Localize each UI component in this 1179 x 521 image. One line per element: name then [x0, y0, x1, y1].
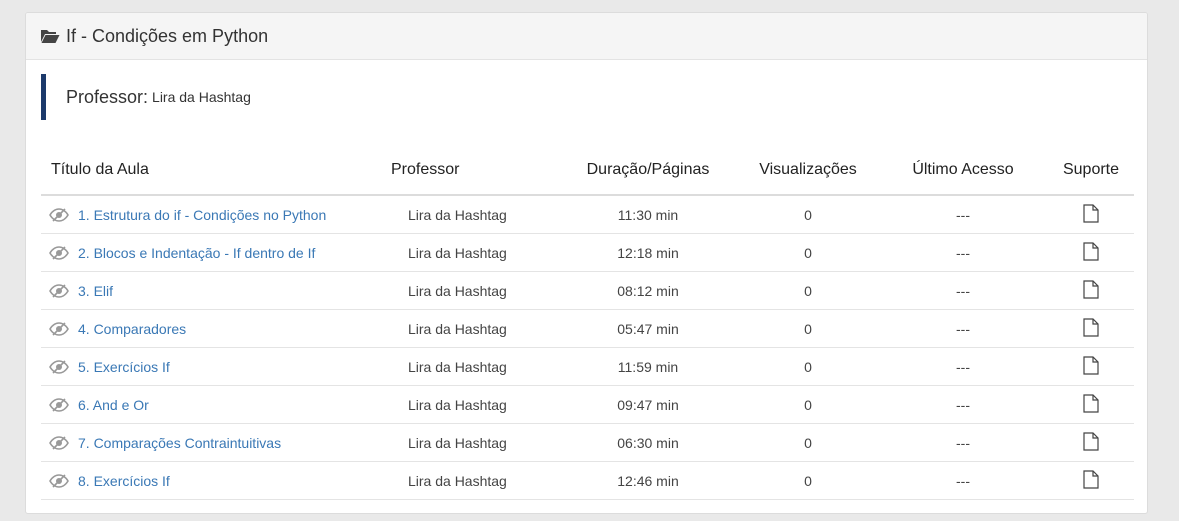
lesson-support [1048, 385, 1134, 424]
eye-slash-icon [49, 397, 69, 412]
file-icon[interactable] [1083, 203, 1099, 223]
table-row: 2. Blocos e Indentação - If dentro de If… [41, 233, 1134, 272]
lesson-link[interactable]: 8. Exercícios If [78, 473, 170, 489]
table-row: 6. And e Or Lira da Hashtag 09:47 min 0 --- [41, 385, 1134, 424]
table-row: 1. Estrutura do if - Condições no Python… [41, 195, 1134, 234]
file-icon[interactable] [1083, 355, 1099, 375]
eye-slash-icon [49, 283, 69, 298]
table-row: 4. Comparadores Lira da Hashtag 05:47 min 0… [41, 309, 1134, 348]
lesson-last-access: --- [878, 309, 1048, 348]
course-title: If - Condições em Python [66, 25, 269, 46]
header-views: Visualizações [738, 146, 878, 196]
lesson-last-access: --- [878, 233, 1048, 272]
eye-slash-icon [49, 473, 69, 488]
lesson-views: 0 [738, 271, 878, 310]
lesson-views: 0 [738, 423, 878, 462]
lesson-support [1048, 233, 1134, 272]
lesson-views: 0 [738, 461, 878, 500]
lesson-support [1048, 195, 1134, 234]
lesson-last-access: --- [878, 271, 1048, 310]
table-row: 5. Exercícios If Lira da Hashtag 11:59 min… [41, 347, 1134, 386]
table-header-row: Título da Aula Professor Duração/Páginas… [41, 146, 1134, 196]
file-icon[interactable] [1083, 431, 1099, 451]
professor-info: Professor: Lira da Hashtag [41, 74, 1066, 120]
lesson-views: 0 [738, 309, 878, 348]
eye-slash-icon [49, 321, 69, 336]
lesson-support [1048, 271, 1134, 310]
lesson-link[interactable]: 1. Estrutura do if - Condições no Python [78, 207, 326, 223]
file-icon[interactable] [1083, 241, 1099, 261]
header-duration: Duração/Páginas [558, 146, 738, 196]
lesson-duration: 11:59 min [558, 347, 738, 386]
lesson-professor: Lira da Hashtag [391, 385, 558, 424]
file-icon[interactable] [1083, 279, 1099, 299]
lesson-link[interactable]: 4. Comparadores [78, 321, 186, 337]
lesson-title-cell: 8. Exercícios If [41, 461, 391, 500]
eye-slash-icon [49, 207, 69, 222]
lesson-link[interactable]: 6. And e Or [78, 397, 149, 413]
table-row: 8. Exercícios If Lira da Hashtag 12:46 min… [41, 461, 1134, 500]
lessons-table: Título da Aula Professor Duração/Páginas… [41, 146, 1134, 500]
lesson-title-cell: 5. Exercícios If [41, 347, 391, 386]
lesson-link[interactable]: 7. Comparações Contraintuitivas [78, 435, 281, 451]
lesson-duration: 12:46 min [558, 461, 738, 500]
lesson-professor: Lira da Hashtag [391, 461, 558, 500]
lesson-title-cell: 6. And e Or [41, 385, 391, 424]
lesson-professor: Lira da Hashtag [391, 233, 558, 272]
lesson-views: 0 [738, 195, 878, 234]
lesson-duration: 11:30 min [558, 195, 738, 234]
panel-header: If - Condições em Python [26, 13, 1147, 60]
professor-label: Professor: [66, 86, 149, 107]
header-title: Título da Aula [41, 146, 391, 196]
lesson-link[interactable]: 2. Blocos e Indentação - If dentro de If [78, 245, 315, 261]
lesson-support [1048, 423, 1134, 462]
lesson-last-access: --- [878, 347, 1048, 386]
eye-slash-icon [49, 435, 69, 450]
lesson-views: 0 [738, 233, 878, 272]
file-icon[interactable] [1083, 393, 1099, 413]
course-panel: If - Condições em Python Professor: Lira… [25, 12, 1148, 514]
lesson-link[interactable]: 3. Elif [78, 283, 113, 299]
folder-open-icon [40, 28, 60, 44]
lesson-last-access: --- [878, 461, 1048, 500]
lesson-duration: 12:18 min [558, 233, 738, 272]
lesson-last-access: --- [878, 385, 1048, 424]
lesson-link[interactable]: 5. Exercícios If [78, 359, 170, 375]
lesson-support [1048, 461, 1134, 500]
file-icon[interactable] [1083, 469, 1099, 489]
lesson-title-cell: 1. Estrutura do if - Condições no Python [41, 195, 391, 234]
lesson-professor: Lira da Hashtag [391, 271, 558, 310]
header-professor: Professor [391, 146, 558, 196]
lesson-views: 0 [738, 347, 878, 386]
lesson-support [1048, 309, 1134, 348]
lesson-title-cell: 3. Elif [41, 271, 391, 310]
lesson-duration: 08:12 min [558, 271, 738, 310]
header-last-access: Último Acesso [878, 146, 1048, 196]
eye-slash-icon [49, 245, 69, 260]
lesson-professor: Lira da Hashtag [391, 195, 558, 234]
eye-slash-icon [49, 359, 69, 374]
professor-name: Lira da Hashtag [152, 89, 251, 105]
lesson-professor: Lira da Hashtag [391, 309, 558, 348]
lesson-views: 0 [738, 385, 878, 424]
lesson-title-cell: 4. Comparadores [41, 309, 391, 348]
file-icon[interactable] [1083, 317, 1099, 337]
lesson-duration: 09:47 min [558, 385, 738, 424]
table-row: 3. Elif Lira da Hashtag 08:12 min 0 --- [41, 271, 1134, 310]
lesson-title-cell: 2. Blocos e Indentação - If dentro de If [41, 233, 391, 272]
lesson-support [1048, 347, 1134, 386]
header-support: Suporte [1048, 146, 1134, 196]
lesson-duration: 06:30 min [558, 423, 738, 462]
lesson-professor: Lira da Hashtag [391, 347, 558, 386]
table-row: 7. Comparações Contraintuitivas Lira da H… [41, 423, 1134, 462]
lesson-professor: Lira da Hashtag [391, 423, 558, 462]
lesson-last-access: --- [878, 423, 1048, 462]
lesson-title-cell: 7. Comparações Contraintuitivas [41, 423, 391, 462]
lesson-duration: 05:47 min [558, 309, 738, 348]
lesson-last-access: --- [878, 195, 1048, 234]
